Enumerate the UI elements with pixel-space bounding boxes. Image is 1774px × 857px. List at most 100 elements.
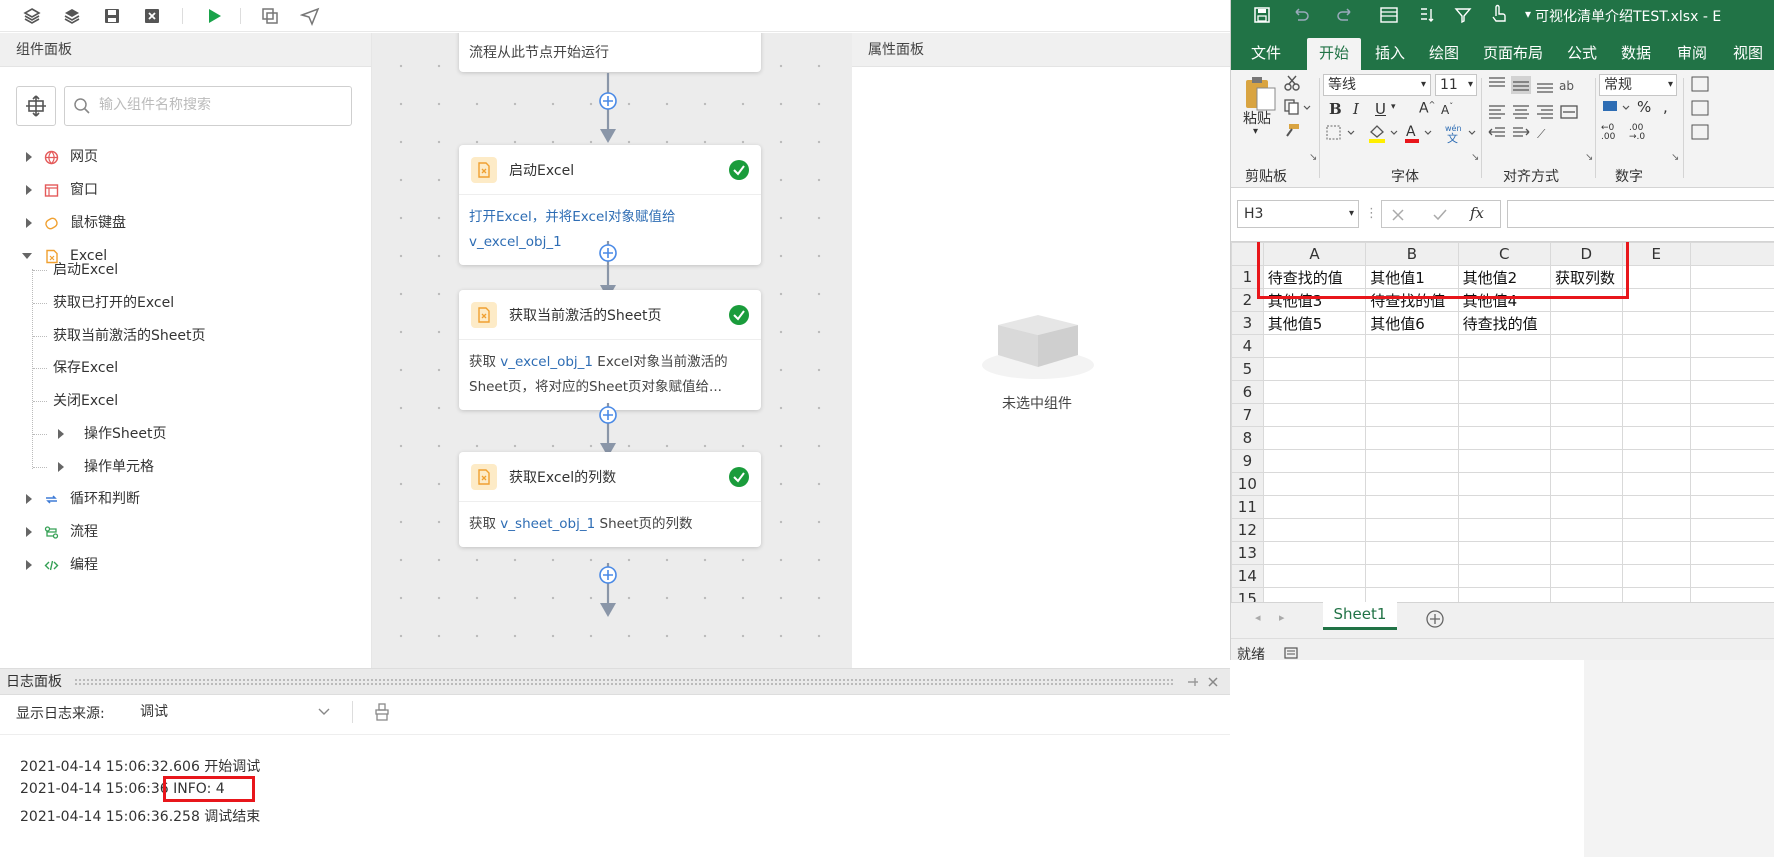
phonetic-icon[interactable]: wén文 [1443, 122, 1477, 144]
undo-icon[interactable] [1291, 6, 1311, 24]
sheet-cell[interactable] [1689, 288, 1774, 312]
sheet-cell[interactable] [1365, 587, 1459, 602]
dialog-launcher-icon[interactable]: ↘ [1671, 152, 1679, 163]
row-header[interactable]: 11 [1231, 495, 1264, 519]
sheet-cell[interactable] [1365, 541, 1459, 565]
tab-view[interactable]: 视图 [1733, 42, 1763, 63]
sheet-cell[interactable] [1262, 357, 1367, 381]
add-sheet-icon[interactable] [1425, 609, 1445, 629]
run-icon[interactable] [204, 6, 224, 26]
sheet-cell[interactable] [1262, 449, 1367, 473]
tab-home[interactable]: 开始 [1307, 38, 1362, 73]
sheet-cell[interactable] [1621, 518, 1691, 542]
sheet-cell[interactable] [1457, 587, 1551, 602]
sheet-cell[interactable] [1689, 380, 1774, 404]
font-size-select[interactable]: 11 ▾ [1435, 74, 1477, 96]
log-source-select[interactable]: 调试 [140, 699, 330, 727]
form-icon[interactable] [1379, 5, 1399, 25]
sheet-cell[interactable] [1457, 495, 1551, 519]
tab-draw[interactable]: 绘图 [1429, 42, 1459, 63]
row-header[interactable]: 8 [1231, 426, 1264, 450]
tree-item-close-excel[interactable]: 关闭Excel [53, 387, 118, 415]
sheet-cell[interactable] [1457, 449, 1551, 473]
row-header[interactable]: 9 [1231, 449, 1264, 473]
dialog-launcher-icon[interactable]: ↘ [1585, 152, 1593, 163]
sheet-cell[interactable] [1549, 449, 1623, 473]
enter-icon[interactable] [1432, 207, 1448, 223]
sheet-cell[interactable] [1689, 311, 1774, 335]
font-color-icon[interactable]: A [1403, 122, 1435, 144]
search-box[interactable] [64, 86, 352, 126]
tree-item-save-excel[interactable]: 保存Excel [53, 354, 118, 382]
sheet-cell[interactable] [1549, 403, 1623, 427]
sheet-cell[interactable] [1689, 403, 1774, 427]
sheet-cell[interactable] [1621, 403, 1691, 427]
dialog-launcher-icon[interactable]: ↘ [1309, 152, 1317, 163]
row-header[interactable]: 10 [1231, 472, 1264, 496]
sheet-cell[interactable] [1689, 587, 1774, 602]
sheet-cell[interactable] [1457, 472, 1551, 496]
fill-color-icon[interactable] [1367, 122, 1399, 144]
sheet-cell[interactable] [1689, 265, 1774, 289]
macro-record-icon[interactable] [1283, 645, 1299, 661]
tree-item-get-active-sheet[interactable]: 获取当前激活的Sheet页 [53, 322, 205, 350]
sheet-cell[interactable] [1621, 449, 1691, 473]
sheet-cell[interactable] [1262, 541, 1367, 565]
sheet-cell[interactable] [1262, 334, 1367, 358]
copy-icon[interactable] [260, 6, 280, 26]
sheet-cell[interactable] [1549, 426, 1623, 450]
save-icon[interactable] [1253, 6, 1271, 24]
sheet-cell[interactable] [1689, 357, 1774, 381]
sheet-cell[interactable] [1262, 403, 1367, 427]
increase-decimal-icon[interactable]: ←0.00 [1601, 124, 1615, 142]
sheet-cell[interactable] [1457, 403, 1551, 427]
number-format-select[interactable]: 常规 ▾ [1599, 74, 1677, 96]
sheet-cell[interactable] [1689, 495, 1774, 519]
row-header[interactable]: 13 [1231, 541, 1264, 565]
cancel-icon[interactable] [1390, 207, 1406, 223]
underline-icon[interactable]: U [1375, 100, 1386, 118]
sort-icon[interactable] [1417, 5, 1437, 25]
layers-icon[interactable] [22, 6, 42, 26]
sheet-cell[interactable] [1365, 334, 1459, 358]
close-doc-icon[interactable] [142, 6, 162, 26]
sheet-cell[interactable] [1365, 518, 1459, 542]
sheet-cell[interactable] [1365, 403, 1459, 427]
sheet-cell[interactable] [1621, 357, 1691, 381]
sheet-cell[interactable] [1689, 334, 1774, 358]
sheet-cell[interactable] [1621, 541, 1691, 565]
sheet-cell[interactable] [1365, 426, 1459, 450]
row-header[interactable]: 14 [1231, 564, 1264, 588]
flow-canvas[interactable]: 流程从此节点开始运行 启动Excel 打开Excel，并将Excel对象赋值给 … [372, 33, 852, 668]
tab-data[interactable]: 数据 [1621, 42, 1651, 63]
stack-icon[interactable] [62, 6, 82, 26]
sheet-cell[interactable] [1689, 541, 1774, 565]
sheet-cell[interactable] [1365, 495, 1459, 519]
dialog-launcher-icon[interactable]: ↘ [1471, 152, 1479, 163]
sheet-cell[interactable] [1549, 311, 1623, 335]
sheet-cell[interactable] [1689, 564, 1774, 588]
row-header[interactable]: 7 [1231, 403, 1264, 427]
sheet-cell[interactable] [1262, 426, 1367, 450]
sheet-cell[interactable] [1549, 541, 1623, 565]
filter-icon[interactable] [1453, 5, 1473, 25]
sheet-cell[interactable] [1621, 426, 1691, 450]
row-header[interactable]: 6 [1231, 380, 1264, 404]
card-var[interactable]: v_sheet_obj_1 [500, 516, 595, 532]
sheet-cell[interactable] [1621, 265, 1691, 289]
copy-icon[interactable] [1283, 98, 1311, 116]
sheet-tab-sheet1[interactable]: Sheet1 [1323, 602, 1397, 630]
column-header[interactable]: E [1621, 242, 1691, 266]
sheet-cell[interactable] [1621, 472, 1691, 496]
insert-function-icon[interactable]: fx [1470, 204, 1484, 222]
tab-review[interactable]: 审阅 [1677, 42, 1707, 63]
sheet-cell[interactable] [1549, 587, 1623, 602]
sheet-cell[interactable] [1621, 587, 1691, 602]
sheet-cell[interactable] [1262, 472, 1367, 496]
tree-item-start-excel[interactable]: 启动Excel [53, 256, 118, 284]
bold-icon[interactable]: B [1329, 100, 1342, 118]
tab-insert[interactable]: 插入 [1375, 42, 1405, 63]
save-icon[interactable] [102, 6, 122, 26]
sheet-cell[interactable] [1549, 564, 1623, 588]
alignment-buttons[interactable]: ab ⟋ [1485, 74, 1595, 144]
